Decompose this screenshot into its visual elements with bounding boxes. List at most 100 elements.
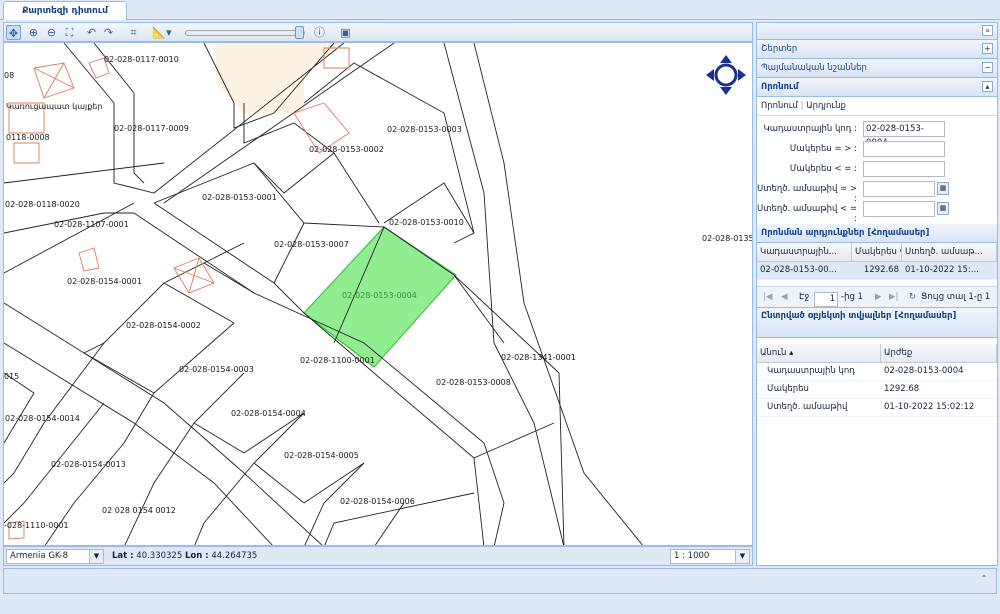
- refresh-icon[interactable]: ↻: [909, 292, 916, 302]
- search-form: Կադաստրային կոդ : 02-028-0153-0004 Մակեր…: [757, 116, 997, 224]
- parcel-label: 02-028-0154-0013: [51, 460, 126, 469]
- info-icon[interactable]: ⓘ: [312, 25, 327, 40]
- zoom-in-icon[interactable]: ⊕: [26, 25, 41, 40]
- detail-value: 02-028-0153-0004: [884, 366, 964, 376]
- parcel-label: 02-028-1341-0001: [501, 353, 576, 362]
- page-label: Էջ: [799, 292, 810, 302]
- details-header: Ընտրված օբյեկտի տվյալներ [Հողամասեր]: [757, 308, 997, 338]
- parcel-label: Կառուցապատ կայքեր: [6, 102, 102, 111]
- detail-name: Ստեղծ. ամսաթիվ: [767, 402, 848, 412]
- collapse-up-icon[interactable]: ▴: [982, 81, 993, 92]
- lon-label: Lon :: [184, 551, 209, 561]
- collapse-right-icon[interactable]: »: [982, 25, 993, 36]
- print-icon[interactable]: ▣: [338, 25, 353, 40]
- table-row[interactable]: Մակերես 1292.68: [757, 381, 997, 399]
- lat-label: Lat :: [112, 551, 134, 561]
- form-row: Ստեղծ. ամսաթիվ = > : ▦: [757, 179, 997, 204]
- column-area[interactable]: Մակերես ▾: [852, 243, 902, 261]
- parcel-label: 02-028-1107-0001: [54, 220, 129, 229]
- next-page-icon[interactable]: ▶: [875, 292, 882, 302]
- page-of: -ից 1: [841, 292, 863, 302]
- tab-search[interactable]: Որոնում: [761, 101, 798, 111]
- parcel-label: 02-028-0153-0007: [274, 240, 349, 249]
- zoom-slider[interactable]: [185, 30, 305, 36]
- pan-control-icon[interactable]: [706, 55, 746, 95]
- chevron-down-icon[interactable]: ▼: [735, 550, 749, 563]
- area-max-input[interactable]: [863, 161, 945, 177]
- calendar-icon[interactable]: ▦: [937, 182, 949, 195]
- column-value[interactable]: Արժեք: [881, 344, 997, 362]
- page-input[interactable]: 1: [814, 292, 838, 307]
- column-cadastral[interactable]: Կադաստրային...: [757, 243, 852, 261]
- measure-icon[interactable]: 📐▾: [151, 25, 173, 40]
- date-to-input[interactable]: [863, 201, 935, 217]
- cadastral-code-label: Կադաստրային կոդ :: [763, 124, 857, 134]
- table-row[interactable]: 02-028-0153-00... 1292.68 01-10-2022 15:…: [757, 262, 997, 280]
- scale-value: 1 : 1000: [674, 551, 710, 561]
- parcel-label: 02-028-0153-0008: [436, 378, 511, 387]
- scale-select[interactable]: 1 : 1000 ▼: [670, 549, 750, 564]
- results-grid-header: Կադաստրային... Մակերես ▾ Ստեղծ. ամսաթ...: [757, 243, 997, 262]
- tab-result[interactable]: Արդյունք: [806, 101, 846, 111]
- parcel-label: 02-028-0153-0003: [387, 125, 462, 134]
- map-statusbar: Armenia GK-8 ▼ Lat : 40.330325 Lon : 44.…: [3, 546, 753, 566]
- last-page-icon[interactable]: ▶|: [889, 292, 898, 302]
- zoom-out-icon[interactable]: ⊖: [44, 25, 59, 40]
- date-from-input[interactable]: [863, 181, 935, 197]
- parcel-labels: 02-028-0117-0010 02-028-0117-0009 02-028…: [4, 55, 752, 530]
- results-header: Որոնման արդյունքներ [Հողամասեր]: [757, 224, 997, 243]
- collapse-icon[interactable]: −: [982, 62, 993, 73]
- section-legend-title: Պայմանական նշաններ: [761, 63, 867, 73]
- expand-icon[interactable]: +: [982, 43, 993, 54]
- tab-bar: Քարտեզի դիտում: [0, 0, 1000, 20]
- calendar-icon[interactable]: ▦: [937, 202, 949, 215]
- section-layers[interactable]: Շերտեր +: [757, 40, 997, 59]
- column-name[interactable]: Անուն ▴: [757, 344, 881, 362]
- date-to-label: Ստեղծ. ամսաթիվ < = :: [757, 204, 858, 224]
- zoom-extent-icon[interactable]: ⛶: [62, 25, 77, 40]
- parcel-label: -028-1110-0001: [4, 521, 69, 530]
- first-page-icon[interactable]: |◀: [763, 292, 772, 302]
- parcel-label: 02-028-0153-0002: [309, 145, 384, 154]
- forward-icon[interactable]: ↷: [101, 25, 116, 40]
- cell-area: 1292.68: [863, 265, 899, 275]
- parcel-label: 0118-0008: [6, 133, 50, 142]
- results-title: Որոնման արդյունքներ [Հողամասեր]: [761, 228, 930, 238]
- tab-map-view[interactable]: Քարտեզի դիտում: [3, 1, 127, 20]
- parcel-label: 02-028-0153-0010: [389, 218, 464, 227]
- lon-value: 44.264735: [211, 551, 258, 561]
- parcel-label: 02-028-0154-0006: [340, 497, 415, 506]
- chevron-down-icon[interactable]: ▼: [89, 550, 103, 563]
- section-search[interactable]: Որոնում ▴: [757, 78, 997, 97]
- parcel-label: 02 028 0154 0012: [102, 506, 176, 515]
- table-row[interactable]: Ստեղծ. ամսաթիվ 01-10-2022 15:02:12: [757, 399, 997, 417]
- details-title: Ընտրված օբյեկտի տվյալներ [Հողամասեր]: [761, 311, 957, 321]
- projection-select[interactable]: Armenia GK-8 ▼: [6, 549, 104, 564]
- section-legend[interactable]: Պայմանական նշաններ −: [757, 59, 997, 78]
- pager-summary: Ցույց տալ 1-ը 1: [921, 292, 991, 302]
- pan-icon[interactable]: ✥: [6, 25, 21, 40]
- area-min-input[interactable]: [863, 141, 945, 157]
- side-panel: » Շերտեր + Պայմանական նշաններ − Որոնում …: [756, 22, 998, 566]
- parcel-label: 08: [4, 71, 14, 80]
- cadastral-code-input[interactable]: 02-028-0153-0004: [863, 121, 945, 148]
- section-layers-title: Շերտեր: [761, 44, 798, 54]
- parcel-label: 02-028-0154-0003: [179, 365, 254, 374]
- column-date[interactable]: Ստեղծ. ամսաթ...: [902, 243, 997, 261]
- map-canvas[interactable]: 02-028-0117-0010 02-028-0117-0009 02-028…: [3, 42, 753, 546]
- prev-page-icon[interactable]: ◀: [781, 292, 788, 302]
- back-icon[interactable]: ↶: [84, 25, 99, 40]
- expand-up-icon[interactable]: ⌃: [978, 574, 990, 586]
- detail-name: Կադաստրային կոդ: [767, 366, 855, 376]
- parcel-label: 02-028-0117-0010: [104, 55, 179, 64]
- map-svg[interactable]: 02-028-0117-0010 02-028-0117-0009 02-028…: [4, 43, 753, 546]
- section-search-title: Որոնում: [761, 82, 799, 92]
- select-icon[interactable]: ⌗: [126, 25, 141, 40]
- map-toolbar: ✥ ⊕ ⊖ ⛶ ↶ ↷ ⌗ 📐▾ ⓘ ▣: [3, 22, 753, 42]
- parcel-label: 02-028-0118-0020: [5, 200, 80, 209]
- cell-date: 01-10-2022 15:...: [905, 265, 979, 275]
- zoom-slider-thumb[interactable]: [295, 26, 304, 39]
- projection-value: Armenia GK-8: [10, 551, 69, 561]
- table-row[interactable]: Կադաստրային կոդ 02-028-0153-0004: [757, 363, 997, 381]
- parcel-label: 02-028-0154-0005: [284, 451, 359, 460]
